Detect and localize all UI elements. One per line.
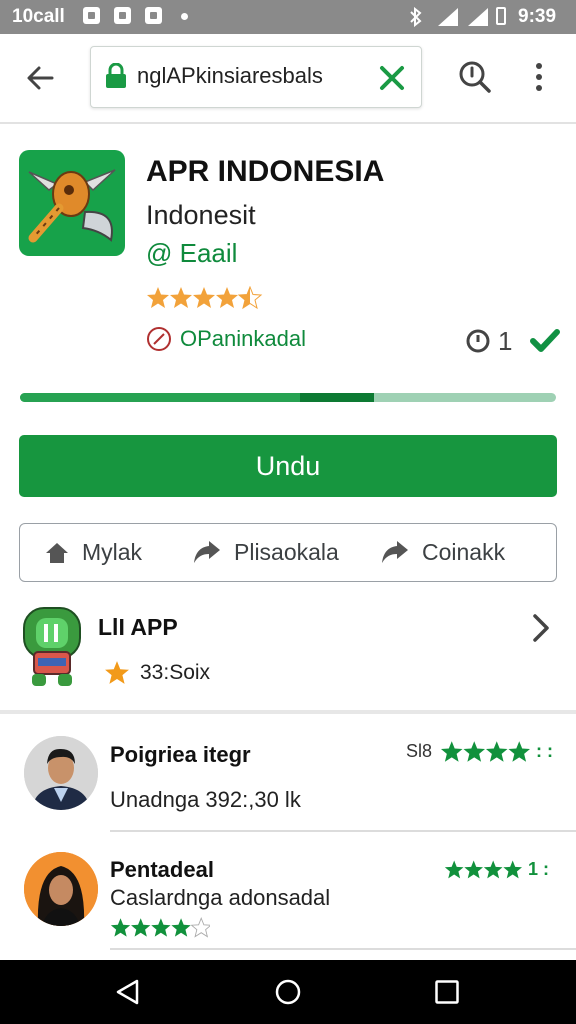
review-rating-label: Sl8 [406,740,433,761]
review-extra: 1 : [528,858,550,879]
clock-icon [466,329,490,353]
progress-indicator [300,393,374,402]
reviewer-name: Poigriea itegr [110,742,251,767]
action-row: Mylak Plisaokala Coinakk [19,523,557,582]
status-time: 9:39 [518,6,557,27]
back-arrow-icon[interactable] [24,62,56,94]
lock-icon [106,63,126,88]
app-logo-icon [28,169,116,243]
clear-url-icon[interactable] [379,65,405,91]
app-rating-stars [147,286,262,309]
app-icon [19,150,125,256]
action-label: Plisaokala [234,539,339,565]
status-bar: 10call 9:39 [0,0,576,34]
review-stars-bottom [110,917,210,938]
browser-toolbar: nglAPkinsiaresbals [0,34,576,124]
url-text: nglAPkinsiaresbals [137,63,323,88]
developer-link[interactable]: @ Eaail [146,238,237,269]
action-label: Coinakk [422,539,506,565]
app-subtitle: Indonesit [146,200,256,230]
more-notifications-icon [181,13,188,20]
nav-home-icon[interactable] [274,978,302,1006]
action-forward-button[interactable]: Coinakk [380,524,505,581]
review-extra: : : [536,740,554,761]
verified-check-icon [530,329,561,352]
review-text: Unadnga 392:,30 lk [110,787,301,812]
address-bar[interactable]: nglAPkinsiaresbals [90,46,422,108]
wifi-signal-icon [438,8,458,26]
status-carrier: 10call [12,6,65,27]
related-app-meta: 33:Soix [104,660,210,686]
share-icon [194,540,220,563]
star-icon [105,661,129,684]
person-avatar-image [24,852,98,926]
reviewer-avatar[interactable] [24,852,98,926]
install-button[interactable]: Undu [19,435,557,497]
person-avatar-image [24,736,98,810]
compat-row: OPaninkadal [146,326,306,352]
chevron-right-icon[interactable] [530,613,552,643]
nav-back-icon[interactable] [114,978,142,1006]
nav-recents-icon[interactable] [434,979,460,1005]
app-title: APR INDONESIA [146,155,385,188]
review-rating: Sl8 : : [406,740,553,762]
section-divider [0,710,576,714]
action-label: Mylak [82,539,143,565]
related-app-rating: 33:Soix [140,661,211,684]
download-progress-bar [20,393,556,402]
related-app-title[interactable]: LlI APP [98,614,178,641]
system-nav-bar [0,960,576,1024]
more-vert-icon[interactable] [530,60,548,94]
compat-text: OPaninkadal [180,326,306,351]
review-stars [440,741,531,762]
reviewer-avatar[interactable] [24,736,98,810]
home-icon [46,542,68,563]
review-text: Caslardnga adonsadal [110,885,331,910]
meta-info: 1 [464,324,561,358]
share-icon [382,540,408,563]
meta-count: 1 [498,325,513,356]
cell-signal-icon [468,8,488,26]
reviewer-name: Pentadeal [110,857,214,882]
action-share-button[interactable]: Plisaokala [192,524,339,581]
bluetooth-icon [410,7,422,27]
sync-icon [83,7,100,24]
related-app-avatar[interactable] [22,604,82,688]
search-icon[interactable] [457,59,493,95]
compass-icon [147,327,171,351]
review-stars [444,860,522,879]
battery-icon [496,7,506,25]
review-divider [110,830,576,832]
action-home-button[interactable]: Mylak [44,524,142,581]
progress-fill [20,393,300,402]
notification-icon [145,7,162,24]
photo-icon [114,7,131,24]
review-divider [110,948,576,950]
review-rating: 1 : [444,858,549,880]
